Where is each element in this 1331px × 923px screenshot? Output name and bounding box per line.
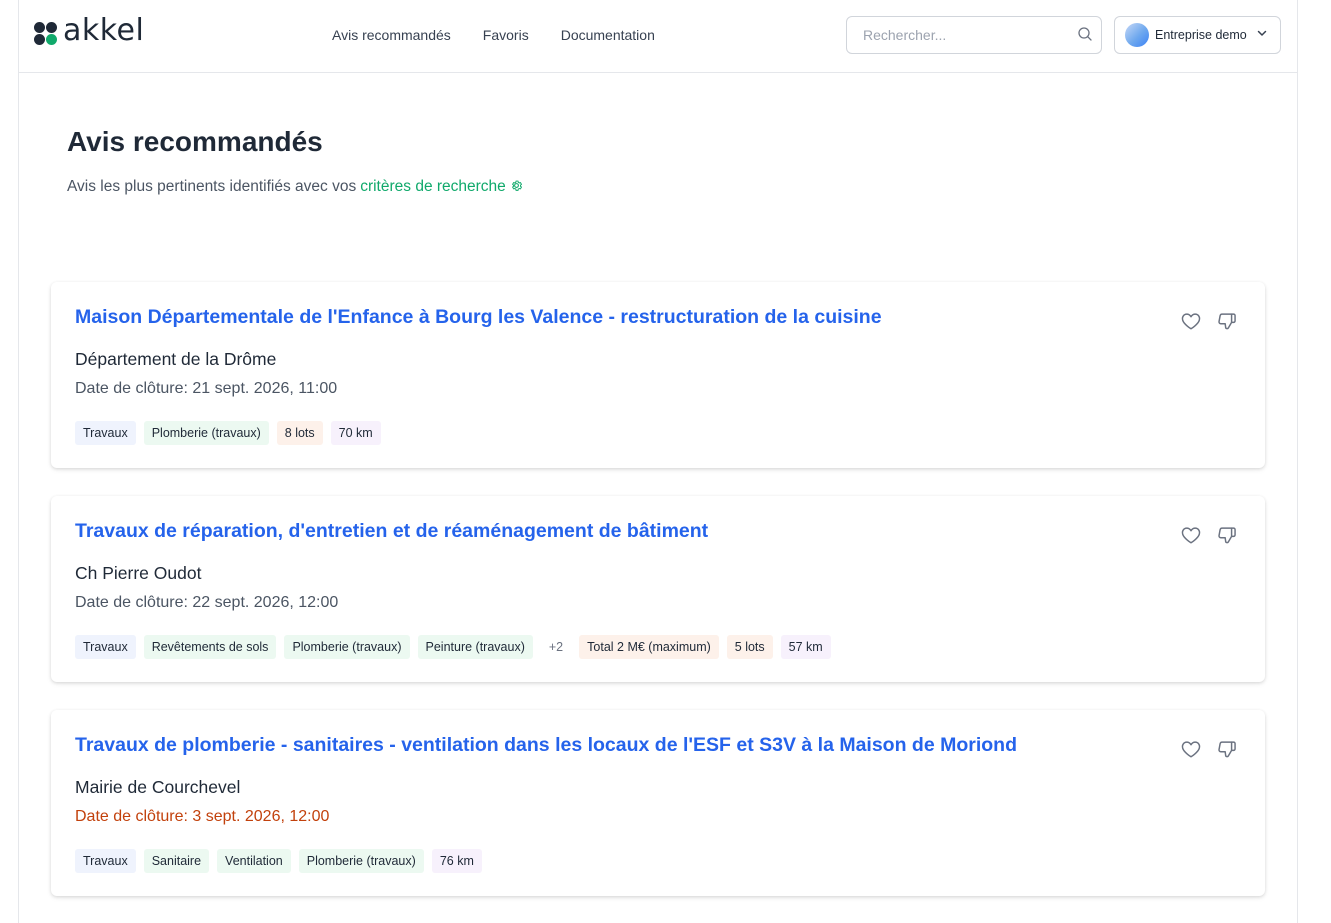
- account-switcher[interactable]: Entreprise demo: [1114, 16, 1281, 54]
- tag-budget: Total 2 M€ (maximum): [579, 635, 719, 659]
- tag-trade: Revêtements de sols: [143, 635, 277, 659]
- tender-buyer: Département de la Drôme: [75, 349, 277, 369]
- tag-category: Travaux: [75, 849, 136, 873]
- search-icon[interactable]: [1077, 26, 1093, 47]
- subtitle-text: Avis les plus pertinents identifiés avec…: [67, 178, 357, 195]
- tender-title-link[interactable]: Travaux de plomberie - sanitaires - vent…: [75, 734, 1017, 757]
- account-name: Entreprise demo: [1155, 28, 1247, 42]
- tag-trade: Plomberie (travaux): [284, 635, 410, 659]
- tender-title-link[interactable]: Maison Départementale de l'Enfance à Bou…: [75, 306, 882, 329]
- tag-lots: 5 lots: [726, 635, 773, 659]
- tender-closing-date: Date de clôture: 3 sept. 2026, 12:00: [75, 808, 330, 825]
- tender-card: Maison Départementale de l'Enfance à Bou…: [51, 282, 1265, 468]
- search-criteria-link[interactable]: critères de recherche: [360, 178, 506, 196]
- tag-distance: 70 km: [330, 421, 381, 445]
- main-nav: Avis recommandés Favoris Documentation: [332, 27, 655, 43]
- thumbs-down-icon[interactable]: [1215, 309, 1239, 333]
- tender-tags: Travaux Revêtements de sols Plomberie (t…: [75, 635, 831, 659]
- tag-category: Travaux: [75, 421, 136, 445]
- avatar: [1125, 23, 1149, 47]
- tender-card: Travaux de plomberie - sanitaires - vent…: [51, 710, 1265, 896]
- logo-mark-icon: [34, 21, 57, 45]
- tender-tags: Travaux Sanitaire Ventilation Plomberie …: [75, 849, 482, 873]
- tag-trade: Ventilation: [217, 849, 291, 873]
- tender-closing-date: Date de clôture: 21 sept. 2026, 11:00: [75, 380, 338, 397]
- tender-buyer: Ch Pierre Oudot: [75, 563, 202, 583]
- tender-buyer: Mairie de Courchevel: [75, 777, 241, 797]
- tag-trade: Peinture (travaux): [417, 635, 533, 659]
- page-title: Avis recommandés: [67, 126, 323, 157]
- top-navigation-bar: akkel Avis recommandés Favoris Documenta…: [0, 0, 1331, 72]
- page-subtitle: Avis les plus pertinents identifiés avec…: [67, 177, 523, 197]
- search-input[interactable]: [847, 17, 1101, 53]
- tag-distance: 76 km: [431, 849, 482, 873]
- tag-lots: 8 lots: [276, 421, 323, 445]
- tag-trade: Sanitaire: [143, 849, 210, 873]
- tag-category: Travaux: [75, 635, 136, 659]
- logo[interactable]: akkel: [34, 16, 144, 46]
- tag-trade: Plomberie (travaux): [143, 421, 269, 445]
- tender-card: Travaux de réparation, d'entretien et de…: [51, 496, 1265, 682]
- thumbs-down-icon[interactable]: [1215, 523, 1239, 547]
- card-actions: [1179, 523, 1239, 547]
- nav-link-favoris[interactable]: Favoris: [483, 27, 529, 43]
- nav-link-avis-recommandes[interactable]: Avis recommandés: [332, 27, 451, 43]
- logo-text: akkel: [63, 13, 145, 48]
- thumbs-down-icon[interactable]: [1215, 737, 1239, 761]
- tag-distance: 57 km: [780, 635, 831, 659]
- header-divider: [18, 72, 1298, 73]
- tender-tags: Travaux Plomberie (travaux) 8 lots 70 km: [75, 421, 381, 445]
- favorite-heart-icon[interactable]: [1179, 523, 1203, 547]
- card-actions: [1179, 737, 1239, 761]
- nav-link-documentation[interactable]: Documentation: [561, 27, 655, 43]
- tag-more-count[interactable]: +2: [541, 635, 571, 659]
- favorite-heart-icon[interactable]: [1179, 737, 1203, 761]
- tag-trade: Plomberie (travaux): [298, 849, 424, 873]
- tender-closing-date: Date de clôture: 22 sept. 2026, 12:00: [75, 594, 339, 611]
- search-box: [846, 16, 1102, 54]
- chevron-down-icon: [1256, 26, 1268, 44]
- card-actions: [1179, 309, 1239, 333]
- gear-icon[interactable]: [510, 179, 523, 197]
- favorite-heart-icon[interactable]: [1179, 309, 1203, 333]
- tender-title-link[interactable]: Travaux de réparation, d'entretien et de…: [75, 520, 708, 543]
